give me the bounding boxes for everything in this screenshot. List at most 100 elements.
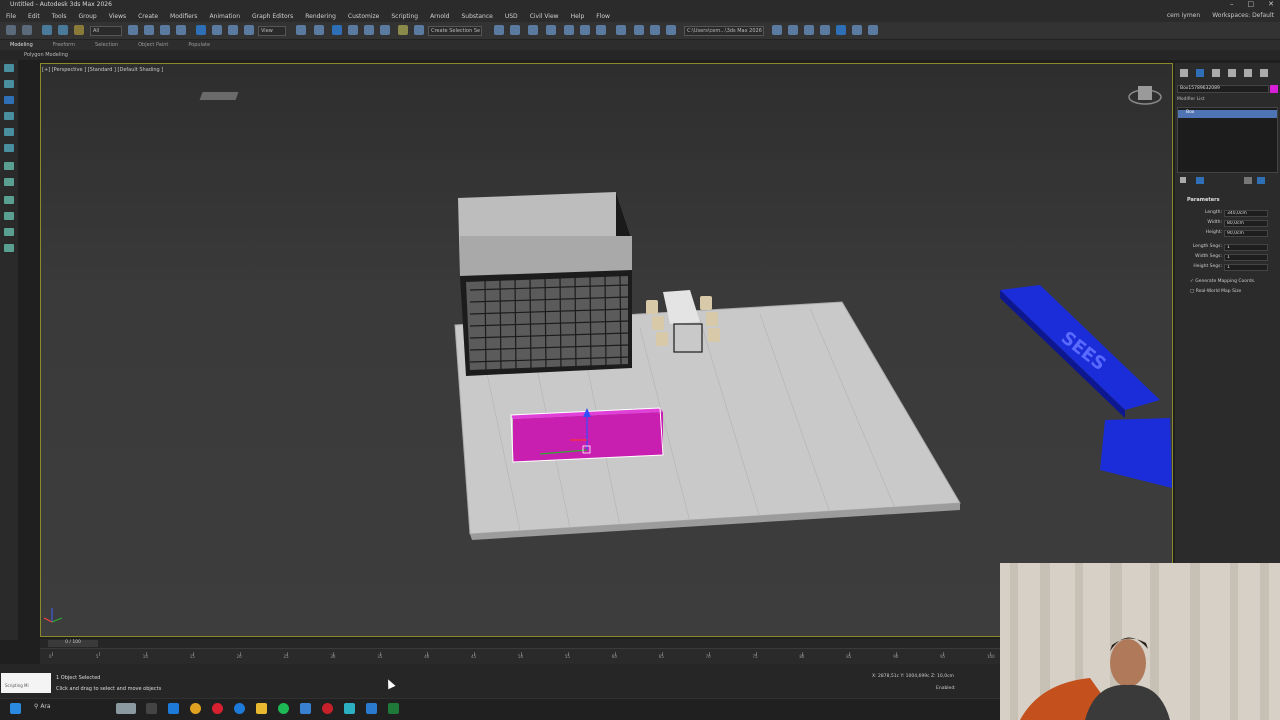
param-height-input[interactable]: 90,0cm	[1224, 230, 1268, 237]
project-path-dropdown[interactable]: C:\Users\cem...\3ds Max 2026	[684, 26, 764, 36]
coordinate-display[interactable]: X: 2878,51c Y: 1004,699c Z: 10,0cm	[872, 674, 954, 679]
project-folder-icon[interactable]	[772, 25, 782, 35]
menu-group[interactable]: Group	[72, 13, 102, 20]
menu-views[interactable]: Views	[103, 13, 132, 20]
menu-tools[interactable]: Tools	[46, 13, 73, 20]
select-object-icon[interactable]	[128, 25, 138, 35]
settings-file-icon[interactable]	[820, 25, 830, 35]
browser-icon[interactable]	[234, 703, 245, 714]
hierarchy-panel-icon[interactable]	[4, 96, 14, 104]
select-move-icon[interactable]	[196, 25, 206, 35]
selection-filter-dropdown[interactable]: All	[90, 26, 122, 36]
display-panel-icon[interactable]	[4, 128, 14, 136]
scene-explorer-icon[interactable]	[528, 25, 538, 35]
utilities-panel-icon[interactable]	[4, 144, 14, 152]
save-file-icon[interactable]	[804, 25, 814, 35]
toggle-ribbon-icon[interactable]	[564, 25, 574, 35]
menu-graph-editors[interactable]: Graph Editors	[246, 13, 299, 20]
app-icon[interactable]	[300, 703, 311, 714]
modifier-stack-item-box[interactable]: Box	[1178, 110, 1277, 118]
menu-help[interactable]: Help	[565, 13, 591, 20]
tab-selection[interactable]: Selection	[85, 42, 128, 48]
window-crossing-icon[interactable]	[176, 25, 186, 35]
keyboard-shortcut-icon[interactable]	[314, 25, 324, 35]
motion-panel-icon[interactable]	[4, 112, 14, 120]
pin-stack-icon[interactable]	[1180, 177, 1186, 183]
param-height-segs-input[interactable]: 1	[1224, 264, 1268, 271]
freeze-icon[interactable]	[4, 178, 14, 186]
time-slider-track[interactable]	[40, 639, 1000, 648]
hide-icon[interactable]	[4, 196, 14, 204]
workspace-dropdown[interactable]: Default	[1252, 12, 1274, 19]
user-account[interactable]: cem iymen	[1167, 12, 1200, 19]
viewcube[interactable]	[1128, 86, 1162, 105]
redo-icon[interactable]	[22, 25, 32, 35]
angle-snap-icon[interactable]	[348, 25, 358, 35]
bind-space-warp-icon[interactable]	[74, 25, 84, 35]
undo-icon[interactable]	[6, 25, 16, 35]
minimize-icon[interactable]: –	[1230, 0, 1234, 8]
menu-customize[interactable]: Customize	[342, 13, 386, 20]
3dsmax-icon[interactable]	[344, 703, 355, 714]
utilities-tab-icon[interactable]	[1260, 69, 1268, 77]
menu-substance[interactable]: Substance	[455, 13, 498, 20]
menu-flow[interactable]: Flow	[590, 13, 616, 20]
close-icon[interactable]: ✕	[1268, 0, 1274, 8]
layer-icon[interactable]	[4, 212, 14, 220]
real-world-map-checkbox[interactable]: □ Real-World Map Size	[1190, 289, 1241, 294]
open-file-icon[interactable]	[788, 25, 798, 35]
display-tab-icon[interactable]	[1244, 69, 1252, 77]
modifier-list-dropdown[interactable]: Modifier List	[1177, 97, 1205, 102]
widgets-icon[interactable]	[116, 703, 136, 714]
viewport-settings-icon[interactable]	[852, 25, 862, 35]
parameters-rollout-title[interactable]: Parameters	[1187, 197, 1220, 203]
opera-icon[interactable]	[212, 703, 223, 714]
tab-freeform[interactable]: Freeform	[43, 42, 85, 48]
render-setup-icon[interactable]	[634, 25, 644, 35]
param-width-segs-input[interactable]: 1	[1224, 254, 1268, 261]
modify-panel-icon[interactable]	[4, 80, 14, 88]
hierarchy-tab-icon[interactable]	[1212, 69, 1220, 77]
menu-usd[interactable]: USD	[499, 13, 524, 20]
percent-snap-icon[interactable]	[364, 25, 374, 35]
tab-populate[interactable]: Populate	[178, 42, 220, 48]
named-selection-sets-icon[interactable]	[414, 25, 424, 35]
selection-set-dropdown[interactable]: Create Selection Se	[428, 26, 482, 36]
scene-icon[interactable]	[4, 244, 14, 252]
schematic-view-icon[interactable]	[596, 25, 606, 35]
edit-named-selection-icon[interactable]	[398, 25, 408, 35]
file-explorer-icon[interactable]	[256, 703, 267, 714]
generate-mapping-checkbox[interactable]: ✓ Generate Mapping Coords.	[1190, 279, 1255, 284]
object-name-field[interactable]: Box15789632089	[1177, 85, 1269, 93]
reference-coord-dropdown[interactable]: View	[258, 26, 286, 36]
select-by-name-icon[interactable]	[144, 25, 154, 35]
align-icon[interactable]	[510, 25, 520, 35]
create-panel-icon[interactable]	[4, 64, 14, 72]
menu-arnold[interactable]: Arnold	[424, 13, 455, 20]
select-rotate-icon[interactable]	[212, 25, 222, 35]
modify-tab-icon[interactable]	[1196, 69, 1204, 77]
maxscript-listener[interactable]: Scripting Mi	[1, 673, 51, 693]
layer-explorer-icon[interactable]	[546, 25, 556, 35]
online-help-icon[interactable]	[868, 25, 878, 35]
link-icon[interactable]	[42, 25, 52, 35]
maximize-icon[interactable]: □	[1248, 0, 1255, 8]
menu-rendering[interactable]: Rendering	[299, 13, 342, 20]
param-length-segs-input[interactable]: 1	[1224, 244, 1268, 251]
blue-3d-signage[interactable]: SEES	[1000, 285, 1172, 488]
spinner-snap-icon[interactable]	[380, 25, 390, 35]
isolate-icon[interactable]	[4, 162, 14, 170]
mirror-icon[interactable]	[494, 25, 504, 35]
material-editor-icon[interactable]	[616, 25, 626, 35]
ceiling-light[interactable]	[199, 92, 239, 100]
configure-sets-icon[interactable]	[1257, 177, 1265, 184]
windows-start-icon[interactable]	[10, 703, 21, 714]
tab-modeling[interactable]: Modeling	[0, 42, 43, 48]
rendered-frame-icon[interactable]	[650, 25, 660, 35]
chrome-icon[interactable]	[190, 703, 201, 714]
rect-selection-icon[interactable]	[160, 25, 170, 35]
unlink-icon[interactable]	[58, 25, 68, 35]
menu-edit[interactable]: Edit	[22, 13, 46, 20]
object-color-swatch[interactable]	[1270, 85, 1278, 93]
param-length-input[interactable]: 340,0cm	[1224, 210, 1268, 217]
